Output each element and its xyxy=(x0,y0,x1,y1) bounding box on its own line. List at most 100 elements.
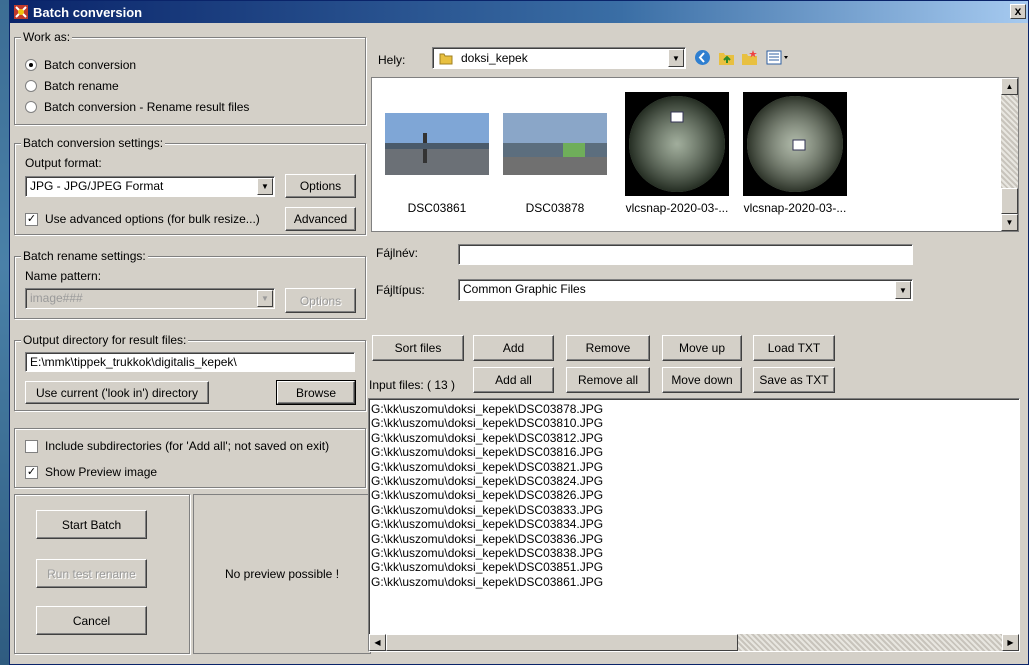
options-group: Include subdirectories (for 'Add all'; n… xyxy=(14,428,366,488)
thumbnail-item[interactable]: vlcsnap-2020-03-... xyxy=(622,92,732,215)
new-folder-icon[interactable] xyxy=(741,49,758,66)
file-rows: G:\kk\uszomu\doksi_kepek\DSC03878.JPG G:\… xyxy=(371,402,1017,589)
thumbnail-item[interactable]: DSC03861 xyxy=(382,92,492,215)
list-item[interactable]: G:\kk\uszomu\doksi_kepek\DSC03861.JPG xyxy=(371,575,1017,589)
list-item[interactable]: G:\kk\uszomu\doksi_kepek\DSC03836.JPG xyxy=(371,532,1017,546)
show-preview-label: Show Preview image xyxy=(45,465,158,479)
output-format-value: JPG - JPG/JPEG Format xyxy=(30,179,164,193)
scroll-left-icon[interactable]: ◀ xyxy=(369,634,386,651)
save-as-txt-button[interactable]: Save as TXT xyxy=(753,367,835,393)
batch-conversion-window: Batch conversion x Work as: Batch conver… xyxy=(9,0,1029,665)
chevron-down-icon[interactable]: ▼ xyxy=(895,281,911,299)
start-batch-button[interactable]: Start Batch xyxy=(36,510,147,539)
thumbnail-image xyxy=(743,92,847,196)
radio-dot xyxy=(25,59,37,71)
list-item[interactable]: G:\kk\uszomu\doksi_kepek\DSC03833.JPG xyxy=(371,503,1017,517)
load-txt-button[interactable]: Load TXT xyxy=(753,335,835,361)
actions-group: Start Batch Run test rename Cancel xyxy=(14,494,190,654)
include-subdirectories-label: Include subdirectories (for 'Add all'; n… xyxy=(45,439,330,453)
thumbnail-caption: vlcsnap-2020-03-... xyxy=(743,201,847,215)
app-icon xyxy=(13,4,29,20)
advanced-options-label: Use advanced options (for bulk resize...… xyxy=(45,212,260,226)
advanced-options-checkbox[interactable]: ✓ Use advanced options (for bulk resize.… xyxy=(25,212,260,226)
scroll-right-icon[interactable]: ▶ xyxy=(1002,634,1019,651)
chevron-down-icon[interactable]: ▼ xyxy=(257,178,273,195)
thumbnail-item[interactable]: vlcsnap-2020-03-... xyxy=(740,92,850,215)
list-item[interactable]: G:\kk\uszomu\doksi_kepek\DSC03810.JPG xyxy=(371,416,1017,430)
move-up-button[interactable]: Move up xyxy=(662,335,742,361)
horizontal-scrollbar[interactable]: ◀ ▶ xyxy=(369,634,1019,651)
back-icon[interactable] xyxy=(694,49,711,66)
thumbnail-scrollbar[interactable]: ▲ ▼ xyxy=(1001,78,1018,231)
radio-conversion-rename[interactable]: Batch conversion - Rename result files xyxy=(25,100,249,114)
use-current-directory-button[interactable]: Use current ('look in') directory xyxy=(25,381,209,404)
output-directory-input[interactable]: E:\mmk\tippek_trukkok\digitalis_kepek\ xyxy=(25,352,355,372)
name-pattern-select[interactable]: image### ▼ xyxy=(25,288,275,309)
up-folder-icon[interactable] xyxy=(718,49,735,66)
include-subdirectories-checkbox[interactable]: Include subdirectories (for 'Add all'; n… xyxy=(25,439,329,453)
show-preview-checkbox[interactable]: ✓ Show Preview image xyxy=(25,465,157,479)
sort-files-button[interactable]: Sort files xyxy=(372,335,464,361)
radio-dot xyxy=(25,101,37,113)
radio-batch-rename[interactable]: Batch rename xyxy=(25,79,119,93)
list-item[interactable]: G:\kk\uszomu\doksi_kepek\DSC03816.JPG xyxy=(371,445,1017,459)
rename-settings-group: Batch rename settings: Name pattern: ima… xyxy=(14,249,366,319)
list-item[interactable]: G:\kk\uszomu\doksi_kepek\DSC03826.JPG xyxy=(371,488,1017,502)
list-item[interactable]: G:\kk\uszomu\doksi_kepek\DSC03821.JPG xyxy=(371,460,1017,474)
list-item[interactable]: G:\kk\uszomu\doksi_kepek\DSC03851.JPG xyxy=(371,560,1017,574)
rename-options-button[interactable]: Options xyxy=(285,288,356,313)
check-icon: ✓ xyxy=(25,465,38,479)
input-files-list[interactable]: G:\kk\uszomu\doksi_kepek\DSC03878.JPG G:\… xyxy=(368,398,1020,652)
location-value: doksi_kepek xyxy=(461,51,528,65)
list-item[interactable]: G:\kk\uszomu\doksi_kepek\DSC03824.JPG xyxy=(371,474,1017,488)
scroll-down-icon[interactable]: ▼ xyxy=(1001,214,1018,231)
filetype-label: Fájltípus: xyxy=(376,283,425,297)
radio-label: Batch conversion - Rename result files xyxy=(44,100,250,114)
list-item[interactable]: G:\kk\uszomu\doksi_kepek\DSC03878.JPG xyxy=(371,402,1017,416)
cancel-button[interactable]: Cancel xyxy=(36,606,147,635)
list-item[interactable]: G:\kk\uszomu\doksi_kepek\DSC03834.JPG xyxy=(371,517,1017,531)
format-options-button[interactable]: Options xyxy=(285,174,356,198)
add-button[interactable]: Add xyxy=(473,335,554,361)
scroll-up-icon[interactable]: ▲ xyxy=(1001,78,1018,95)
radio-batch-conversion[interactable]: Batch conversion xyxy=(25,58,136,72)
scroll-thumb[interactable] xyxy=(1001,188,1018,214)
thumbnail-item[interactable]: DSC03878 xyxy=(500,92,610,215)
chevron-down-icon[interactable]: ▼ xyxy=(668,49,684,67)
work-as-group: Work as: Batch conversion Batch rename B… xyxy=(14,30,366,125)
filename-input[interactable] xyxy=(458,244,913,265)
chevron-down-icon[interactable]: ▼ xyxy=(257,290,273,307)
rename-settings-title: Batch rename settings: xyxy=(21,249,148,263)
scroll-thumb[interactable] xyxy=(386,634,738,651)
browse-button[interactable]: Browse xyxy=(276,380,356,405)
filetype-select[interactable]: Common Graphic Files ▼ xyxy=(458,279,913,301)
run-test-rename-button[interactable]: Run test rename xyxy=(36,559,147,588)
window-title: Batch conversion xyxy=(33,4,143,20)
thumbnail-caption: DSC03861 xyxy=(407,201,467,215)
list-item[interactable]: G:\kk\uszomu\doksi_kepek\DSC03812.JPG xyxy=(371,431,1017,445)
remove-all-button[interactable]: Remove all xyxy=(566,367,650,393)
thumbnail-view[interactable]: DSC03861 DSC03878 vlcsnap-2020-03-... vl… xyxy=(371,77,1019,232)
name-pattern-label: Name pattern: xyxy=(25,269,102,283)
radio-dot xyxy=(25,80,37,92)
output-format-label: Output format: xyxy=(25,156,102,170)
check-box xyxy=(25,439,38,453)
output-directory-value: E:\mmk\tippek_trukkok\digitalis_kepek\ xyxy=(30,355,237,369)
title-bar[interactable]: Batch conversion x xyxy=(10,1,1028,23)
move-down-button[interactable]: Move down xyxy=(662,367,742,393)
output-directory-group: Output directory for result files: E:\mm… xyxy=(14,333,366,411)
output-directory-title: Output directory for result files: xyxy=(21,333,189,347)
output-format-select[interactable]: JPG - JPG/JPEG Format ▼ xyxy=(25,176,275,197)
input-files-label: Input files: ( 13 ) xyxy=(369,378,456,392)
list-item[interactable]: G:\kk\uszomu\doksi_kepek\DSC03838.JPG xyxy=(371,546,1017,560)
close-button[interactable]: x xyxy=(1010,4,1026,19)
conversion-settings-group: Batch conversion settings: Output format… xyxy=(14,136,366,235)
view-menu-icon[interactable] xyxy=(766,49,790,66)
preview-panel: No preview possible ! xyxy=(193,494,371,654)
thumbnail-caption: DSC03878 xyxy=(525,201,585,215)
advanced-button[interactable]: Advanced xyxy=(285,207,356,231)
location-select[interactable]: doksi_kepek ▼ xyxy=(432,47,686,69)
add-all-button[interactable]: Add all xyxy=(473,367,554,393)
name-pattern-value: image### xyxy=(30,291,83,305)
remove-button[interactable]: Remove xyxy=(566,335,650,361)
